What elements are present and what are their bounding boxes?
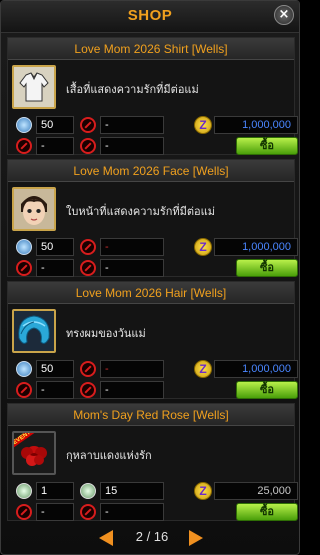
stat-field: 15 [100, 482, 164, 500]
item-description: ใบหน้าที่แสดงความรักที่มีต่อแม่ [66, 206, 215, 218]
stat-field: - [100, 381, 164, 399]
stat-field: 1 [36, 482, 74, 500]
prohibited-icon [16, 138, 32, 154]
stat-field: - [100, 137, 164, 155]
close-button[interactable]: × [274, 5, 294, 25]
shop-window: SHOP × Love Mom 2026 Shirt [Wells] เสื้อ… [0, 0, 300, 555]
prohibited-icon [80, 361, 96, 377]
prohibited-icon [80, 382, 96, 398]
stat-field: 50 [36, 238, 74, 256]
face-icon[interactable] [12, 187, 56, 231]
stat-field: - [36, 503, 74, 521]
list-item: Love Mom 2026 Face [Wells] ใบหน้าที่แสดง… [7, 159, 298, 277]
price-row: 50 - Z 1,000,000 [12, 360, 298, 378]
item-list: Love Mom 2026 Shirt [Wells] เสื้อที่แสดง… [7, 37, 298, 525]
leaf-icon [16, 483, 32, 499]
stat-field: - [100, 503, 164, 521]
prohibited-icon [80, 117, 96, 133]
zeny-icon: Z [194, 482, 212, 500]
prev-page-icon[interactable] [99, 530, 113, 546]
stat-field: - [100, 360, 164, 378]
buy-button[interactable]: ซื้อ [236, 137, 298, 155]
price-field: 25,000 [214, 482, 298, 500]
stat-field: - [100, 259, 164, 277]
zeny-icon: Z [194, 116, 212, 134]
stat-field: - [100, 116, 164, 134]
stat-field: - [36, 259, 74, 277]
shirt-icon[interactable] [12, 65, 56, 109]
price-field: 1,000,000 [214, 238, 298, 256]
zeny-icon: Z [194, 360, 212, 378]
prohibited-icon [80, 138, 96, 154]
prohibited-icon [80, 504, 96, 520]
price-row: 50 - Z 1,000,000 [12, 116, 298, 134]
prohibited-icon [16, 260, 32, 276]
list-item: Love Mom 2026 Shirt [Wells] เสื้อที่แสดง… [7, 37, 298, 155]
buy-button[interactable]: ซื้อ [236, 503, 298, 521]
buy-row: - - ซื้อ [12, 259, 298, 277]
prohibited-icon [16, 382, 32, 398]
buy-button[interactable]: ซื้อ [236, 381, 298, 399]
pagination: 2 / 16 [1, 527, 299, 549]
page-indicator: 2 / 16 [135, 529, 169, 544]
buy-row: - - ซื้อ [12, 137, 298, 155]
item-description: ทรงผมของวันแม่ [66, 328, 146, 340]
buy-row: - - ซื้อ [12, 381, 298, 399]
prohibited-icon [80, 239, 96, 255]
price-field: 1,000,000 [214, 116, 298, 134]
window-title: SHOP [127, 7, 173, 24]
item-description: เสื้อที่แสดงความรักที่มีต่อแม่ [66, 84, 199, 96]
list-item: Mom's Day Red Rose [Wells] EVENT กุหลาบแ… [7, 403, 298, 521]
price-row: 1 15 Z 25,000 [12, 482, 298, 500]
stat-field: 50 [36, 360, 74, 378]
item-name: Mom's Day Red Rose [Wells] [8, 404, 294, 426]
title-bar: SHOP × [1, 1, 299, 33]
stat-field: - [100, 238, 164, 256]
stat-field: - [36, 137, 74, 155]
item-name: Love Mom 2026 Hair [Wells] [8, 282, 294, 304]
prohibited-icon [80, 260, 96, 276]
prohibited-icon [16, 504, 32, 520]
item-name: Love Mom 2026 Face [Wells] [8, 160, 294, 182]
buy-row: - - ซื้อ [12, 503, 298, 521]
price-row: 50 - Z 1,000,000 [12, 238, 298, 256]
price-field: 1,000,000 [214, 360, 298, 378]
next-page-icon[interactable] [189, 530, 203, 546]
zeny-icon: Z [194, 238, 212, 256]
gear-icon [16, 117, 32, 133]
hair-icon[interactable] [12, 309, 56, 353]
item-description: กุหลาบแดงแห่งรัก [66, 450, 152, 462]
stat-field: 50 [36, 116, 74, 134]
rose-icon[interactable]: EVENT [12, 431, 56, 475]
gear-icon [16, 361, 32, 377]
stat-field: - [36, 381, 74, 399]
buy-button[interactable]: ซื้อ [236, 259, 298, 277]
gear-icon [16, 239, 32, 255]
list-item: Love Mom 2026 Hair [Wells] ทรงผมของวันแม… [7, 281, 298, 399]
item-name: Love Mom 2026 Shirt [Wells] [8, 38, 294, 60]
leaf-icon [80, 483, 96, 499]
